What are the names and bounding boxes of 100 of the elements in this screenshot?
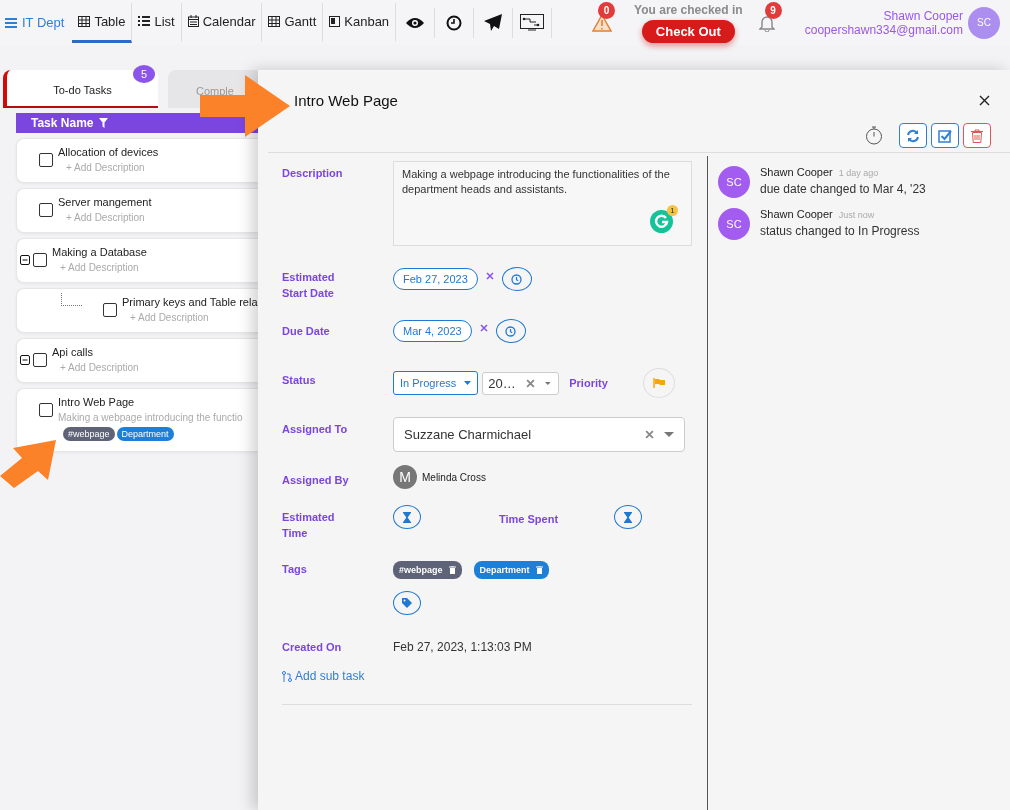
checkbox[interactable] xyxy=(39,203,53,217)
clock-icon[interactable] xyxy=(446,14,463,31)
clear-icon[interactable] xyxy=(645,430,654,439)
task-card[interactable]: Server mangement + Add Description xyxy=(16,188,258,233)
eye-icon[interactable] xyxy=(406,16,425,29)
view-tab[interactable]: Kanban xyxy=(323,2,397,43)
send-icon[interactable] xyxy=(484,14,503,31)
annotation-arrow xyxy=(0,440,56,488)
checkbox[interactable] xyxy=(33,253,47,267)
task-title: Api calls xyxy=(52,346,94,358)
activity-text: status changed to In Progress xyxy=(760,223,921,240)
filter-icon[interactable] xyxy=(99,118,109,128)
field-label: Created On xyxy=(282,640,343,655)
view-tab[interactable]: Table xyxy=(72,2,133,43)
list-icon xyxy=(138,16,151,26)
task-title: Server mangement xyxy=(58,196,152,208)
task-title: Intro Web Page xyxy=(294,92,398,109)
grammar-assistant-icon[interactable] xyxy=(650,210,673,233)
clear-date-icon[interactable] xyxy=(479,324,488,332)
flag-icon xyxy=(653,378,666,388)
assigner-name: Melinda Cross xyxy=(422,471,486,483)
task-description: Making a webpage introducing the functio xyxy=(58,412,243,423)
tag: Department xyxy=(116,427,174,441)
column-header[interactable]: Task Name xyxy=(16,113,258,133)
trash-icon[interactable] xyxy=(535,566,543,574)
checkbox[interactable] xyxy=(33,353,47,367)
status-dropdown[interactable]: In Progress xyxy=(393,371,479,395)
task-title: Making a Database xyxy=(52,246,147,258)
tag: #webpage xyxy=(63,427,115,441)
field-label: Assigned By xyxy=(282,473,350,488)
user-avatar: SC xyxy=(718,208,750,240)
assignee-select[interactable]: Suzzane Charmichael xyxy=(393,417,685,452)
caret-icon xyxy=(664,432,674,437)
calendar-icon xyxy=(187,15,199,27)
subtask-icon xyxy=(282,670,292,682)
grid-icon xyxy=(268,15,281,27)
user-avatar: SC xyxy=(718,166,750,198)
date-field[interactable]: Mar 4, 2023 xyxy=(393,320,472,342)
tag: #webpage xyxy=(393,561,462,579)
bell-icon[interactable] xyxy=(758,13,775,32)
user-avatar: M xyxy=(393,465,417,489)
task-title: Primary keys and Table rela xyxy=(122,296,258,308)
alert-count: 0 xyxy=(598,1,616,19)
kanban-icon xyxy=(329,15,341,27)
check-out-button[interactable]: Check Out xyxy=(641,19,735,43)
caret-icon xyxy=(464,381,472,385)
activity-author: Shawn Cooper xyxy=(760,208,833,220)
task-title: Allocation of devices xyxy=(58,146,159,158)
field-label: Due Date xyxy=(282,324,331,339)
view-tab[interactable]: List xyxy=(132,2,182,43)
clear-icon[interactable] xyxy=(525,378,535,388)
description-field[interactable]: Making a webpage introducing the functionalities of the department heads and assistants. 1 xyxy=(393,161,692,246)
refresh-button[interactable] xyxy=(899,123,927,148)
task-card[interactable]: Api calls + Add Description xyxy=(16,338,258,383)
diagram-icon[interactable] xyxy=(520,13,545,32)
field-label: Status xyxy=(282,373,317,388)
select-value: 20… xyxy=(488,375,516,391)
field-label: Assigned To xyxy=(282,422,349,437)
count-badge: 5 xyxy=(133,65,155,83)
activity-time: Just now xyxy=(838,210,875,220)
tag: Department xyxy=(473,561,549,579)
stopwatch-icon[interactable] xyxy=(865,126,883,145)
task-card[interactable]: Primary keys and Table rela + Add Description xyxy=(16,288,258,333)
field-label: Priority xyxy=(569,377,609,389)
trash-icon[interactable] xyxy=(448,566,456,574)
user-name: Shawn Cooper xyxy=(883,8,963,23)
add-subtask-link[interactable]: Add sub task xyxy=(282,669,365,683)
table-icon xyxy=(78,15,91,27)
assignee-value: Suzzane Charmichael xyxy=(404,427,533,442)
date-field[interactable]: Feb 27, 2023 xyxy=(393,268,478,290)
notification-count: 9 xyxy=(764,1,782,19)
field-label: Estimated Time xyxy=(282,510,336,541)
clear-date-icon[interactable] xyxy=(485,272,494,280)
field-label: Description xyxy=(282,166,344,181)
user-email: coopershawn334@gmail.com xyxy=(804,22,963,37)
task-card[interactable]: Making a Database + Add Description xyxy=(16,238,258,283)
caret-icon xyxy=(544,380,551,386)
created-date: Feb 27, 2023, 1:13:03 PM xyxy=(393,639,532,654)
checkbox-icon xyxy=(938,128,952,143)
task-title: Intro Web Page xyxy=(58,396,136,408)
delete-button[interactable] xyxy=(963,123,991,148)
checkbox[interactable] xyxy=(103,303,117,317)
checkin-status: You are checked in xyxy=(634,2,743,17)
field-label: Estimated Start Date xyxy=(282,270,336,301)
trash-icon xyxy=(971,128,983,143)
view-tab[interactable]: Calendar xyxy=(181,2,263,43)
select-field[interactable]: 20… xyxy=(482,371,560,395)
suggestion-count: 1 xyxy=(667,205,678,216)
view-tab[interactable]: Gantt xyxy=(262,2,324,43)
field-label: Tags xyxy=(282,562,308,577)
layers-icon xyxy=(5,17,17,28)
task-card[interactable]: Allocation of devices + Add Description xyxy=(16,138,258,183)
field-label: Time Spent xyxy=(499,512,560,527)
collapse-toggle[interactable] xyxy=(20,255,30,265)
workspace-name[interactable]: IT Dept xyxy=(22,15,65,30)
checkbox[interactable] xyxy=(39,153,53,167)
activity-time: 1 day ago xyxy=(838,168,879,178)
checkbox[interactable] xyxy=(39,403,53,417)
collapse-toggle[interactable] xyxy=(20,355,30,365)
mark-complete-button[interactable] xyxy=(931,123,959,148)
